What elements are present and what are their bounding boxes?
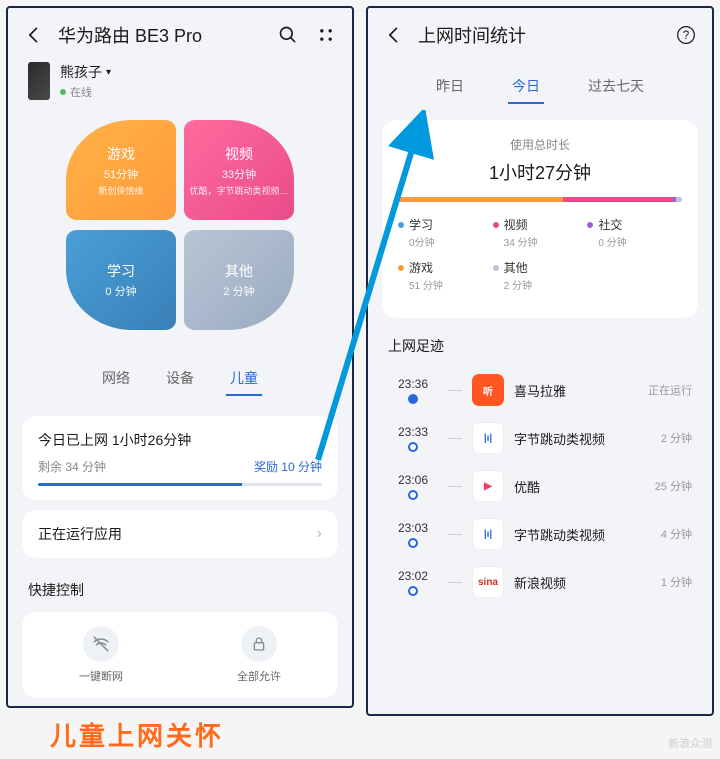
right-screen: 上网时间统计 ? 昨日 今日 过去七天 使用总时长 1小时27分钟 学习0分钟视… (366, 6, 714, 716)
usage-card[interactable]: 今日已上网 1小时26分钟 剩余 34 分钟 奖励 10 分钟 (22, 416, 338, 500)
footprint-title: 上网足迹 (368, 332, 712, 366)
tab-yesterday[interactable]: 昨日 (432, 70, 468, 104)
device-status: 在线 (60, 84, 111, 100)
caption: 儿童上网关怀 (50, 716, 224, 753)
tab-week[interactable]: 过去七天 (584, 70, 648, 104)
help-icon[interactable]: ? (676, 25, 696, 45)
usage-bar (398, 197, 682, 202)
footprint-list: 23:36听喜马拉雅正在运行23:33|ı|字节跳动类视频2 分钟23:06▶优… (368, 366, 712, 606)
footprint-item[interactable]: 23:33|ı|字节跳动类视频2 分钟 (382, 414, 698, 462)
legend-item: 学习0分钟 (398, 216, 493, 249)
search-icon[interactable] (278, 25, 298, 45)
header: 华为路由 BE3 Pro (8, 8, 352, 58)
tab-network[interactable]: 网络 (98, 362, 134, 396)
svg-text:?: ? (683, 29, 690, 42)
tab-child[interactable]: 儿童 (226, 362, 262, 396)
main-tabs: 网络 设备 儿童 (8, 352, 352, 406)
lock-icon (241, 626, 277, 662)
usage-bonus[interactable]: 奖励 10 分钟 (254, 458, 322, 475)
petal-study[interactable]: 学习0 分钟 (66, 230, 176, 330)
header: 上网时间统计 ? (368, 8, 712, 58)
back-icon[interactable] (384, 25, 404, 45)
disconnect-button[interactable]: 一键断网 (22, 626, 180, 684)
device-name: 熊孩子 ▾ (60, 62, 111, 82)
footprint-item[interactable]: 23:36听喜马拉雅正在运行 (382, 366, 698, 414)
watermark: 新浪众测 (668, 735, 712, 751)
device-thumb (28, 62, 50, 100)
legend-item: 其他2 分钟 (493, 259, 588, 292)
tab-device[interactable]: 设备 (162, 362, 198, 396)
legend-item: 视频34 分钟 (493, 216, 588, 249)
petal-other[interactable]: 其他2 分钟 (184, 230, 294, 330)
footprint-item[interactable]: 23:06▶优酷25 分钟 (382, 462, 698, 510)
category-petals: 游戏51分钟新创侠情缘 视频33分钟优酷，字节跳动类视频… 学习0 分钟 其他2… (60, 120, 300, 340)
running-apps-link[interactable]: 正在运行应用 › (22, 510, 338, 558)
page-title: 华为路由 BE3 Pro (58, 22, 264, 48)
page-title: 上网时间统计 (418, 22, 662, 48)
period-tabs: 昨日 今日 过去七天 (368, 58, 712, 120)
petal-video[interactable]: 视频33分钟优酷，字节跳动类视频… (184, 120, 294, 220)
legend-item: 游戏51 分钟 (398, 259, 493, 292)
stat-card: 使用总时长 1小时27分钟 学习0分钟视频34 分钟社交0 分钟游戏51 分钟其… (382, 120, 698, 318)
chevron-right-icon: › (317, 525, 322, 543)
quick-controls: 一键断网 全部允许 (22, 612, 338, 698)
legend: 学习0分钟视频34 分钟社交0 分钟游戏51 分钟其他2 分钟 (398, 216, 682, 302)
stat-title: 使用总时长 (398, 136, 682, 153)
legend-item: 社交0 分钟 (587, 216, 682, 249)
device-row[interactable]: 熊孩子 ▾ 在线 (8, 58, 352, 112)
left-screen: 华为路由 BE3 Pro 熊孩子 ▾ 在线 游戏51分钟新创侠情缘 视频33分钟… (6, 6, 354, 708)
footprint-item[interactable]: 23:03|ı|字节跳动类视频4 分钟 (382, 510, 698, 558)
usage-title: 今日已上网 1小时26分钟 (38, 430, 322, 450)
back-icon[interactable] (24, 25, 44, 45)
petal-game[interactable]: 游戏51分钟新创侠情缘 (66, 120, 176, 220)
wifi-off-icon (83, 626, 119, 662)
allow-all-button[interactable]: 全部允许 (180, 626, 338, 684)
tab-today[interactable]: 今日 (508, 70, 544, 104)
usage-remaining: 剩余 34 分钟 (38, 458, 106, 475)
quick-control-title: 快捷控制 (8, 568, 352, 606)
stat-total: 1小时27分钟 (398, 159, 682, 185)
more-icon[interactable] (316, 25, 336, 45)
usage-progress (38, 483, 322, 486)
footprint-item[interactable]: 23:02sina新浪视频1 分钟 (382, 558, 698, 606)
